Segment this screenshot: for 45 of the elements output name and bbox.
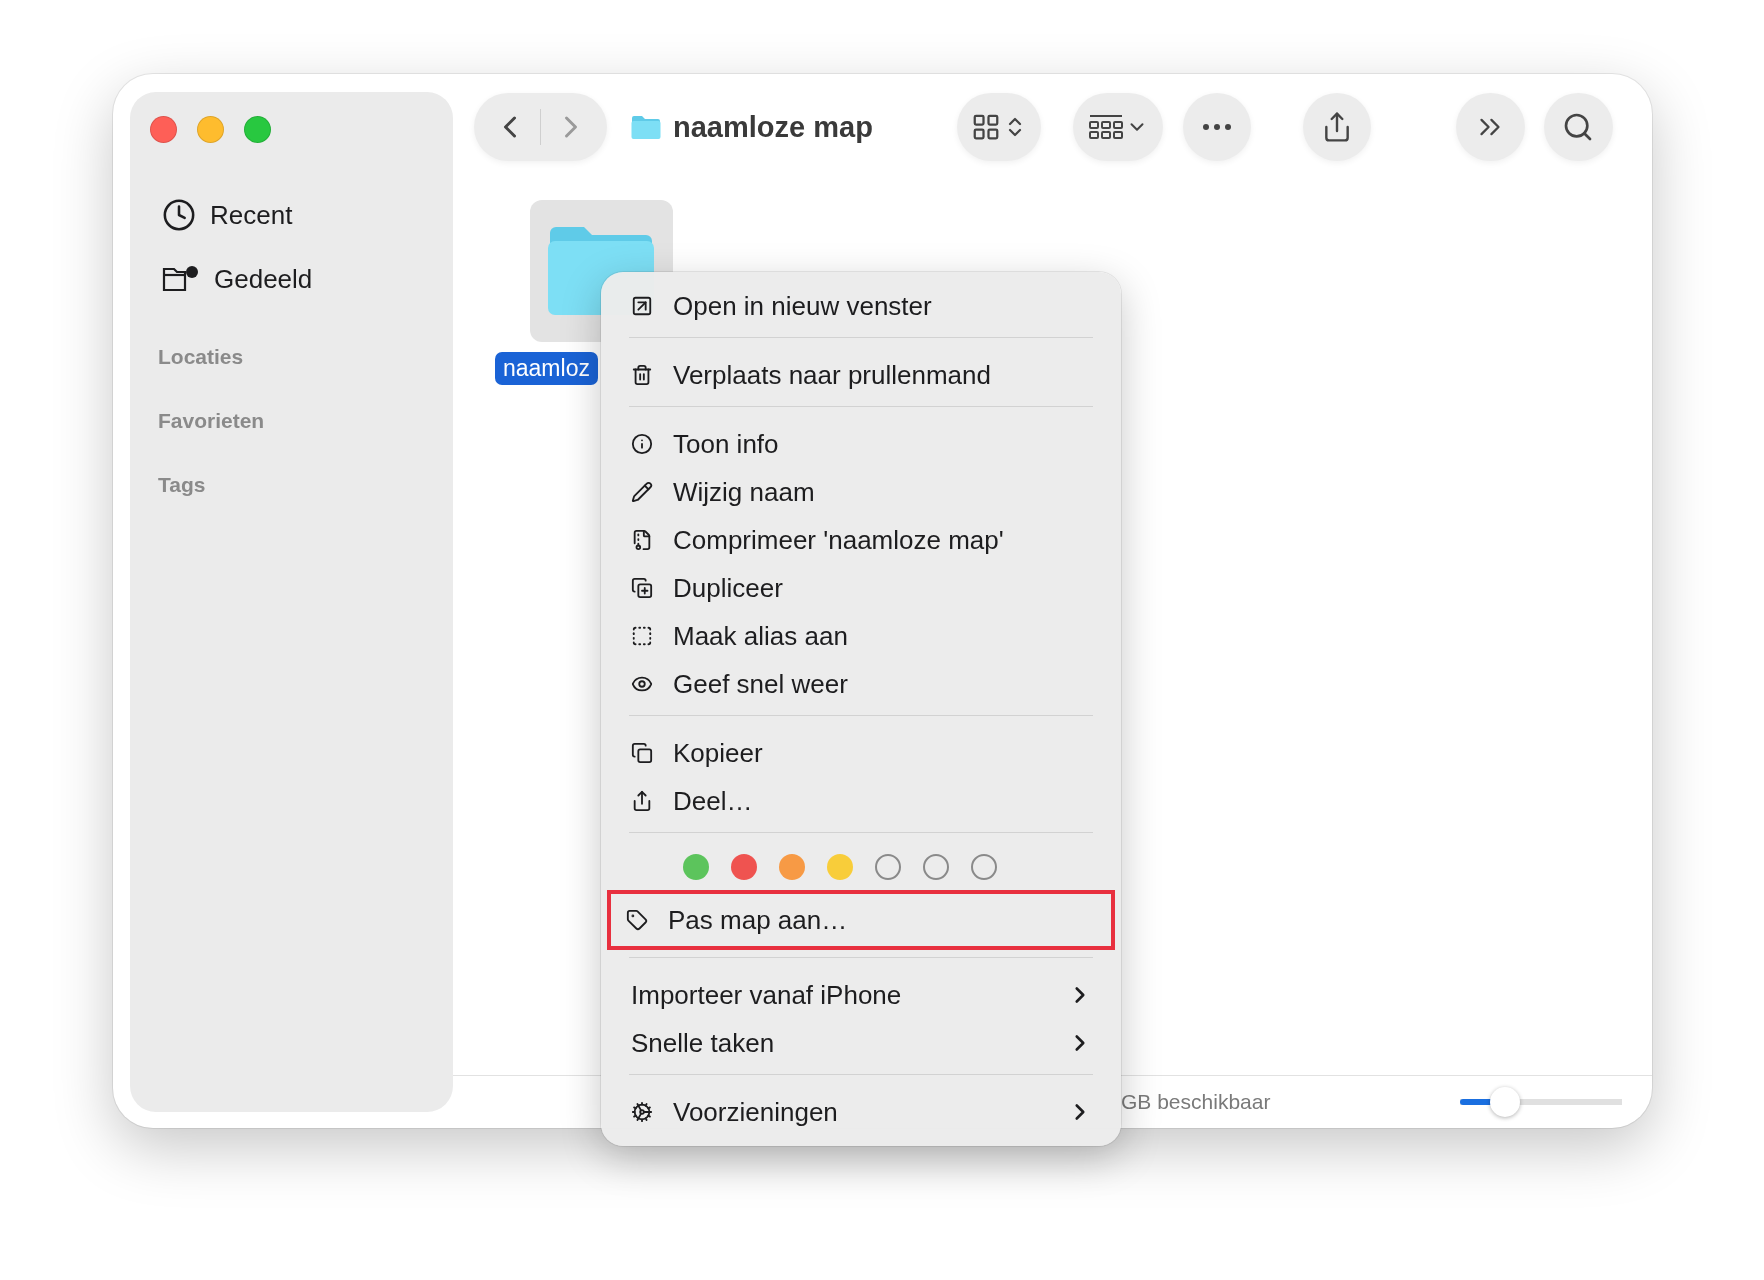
menu-item[interactable]: Comprimeer 'naamloze map' bbox=[614, 516, 1108, 564]
menu-item[interactable]: Verplaats naar prullenmand bbox=[614, 351, 1108, 399]
folder-icon bbox=[631, 115, 661, 139]
empty-tag-circle[interactable] bbox=[971, 854, 997, 880]
menu-item[interactable]: Importeer vanaf iPhone bbox=[614, 971, 1108, 1019]
close-button[interactable] bbox=[150, 116, 177, 143]
zoom-button[interactable] bbox=[244, 116, 271, 143]
color-tag-dot[interactable] bbox=[683, 854, 709, 880]
menu-item[interactable]: Toon info bbox=[614, 420, 1108, 468]
minimize-button[interactable] bbox=[197, 116, 224, 143]
sidebar-item[interactable]: Gedeeld bbox=[150, 247, 437, 311]
dashed-square-icon bbox=[631, 625, 653, 647]
ellipsis-icon bbox=[1202, 124, 1231, 130]
tag-icon bbox=[626, 909, 648, 931]
trash-icon bbox=[631, 364, 653, 386]
menu-item[interactable]: Dupliceer bbox=[614, 564, 1108, 612]
status-text: GB beschikbaar bbox=[1121, 1090, 1271, 1114]
sidebar-item[interactable]: Recent bbox=[150, 183, 437, 247]
menu-item[interactable]: Open in nieuw venster bbox=[614, 282, 1108, 330]
copy-icon bbox=[631, 742, 653, 764]
archive-icon bbox=[631, 529, 653, 551]
color-tag-dot[interactable] bbox=[779, 854, 805, 880]
menu-item[interactable]: Deel… bbox=[614, 777, 1108, 825]
file-name[interactable]: naamloz bbox=[495, 352, 598, 385]
empty-tag-circle[interactable] bbox=[923, 854, 949, 880]
menu-item[interactable]: Pas map aan… bbox=[607, 890, 1115, 950]
window-title: naamloze map bbox=[673, 110, 873, 144]
clock-icon bbox=[162, 198, 196, 232]
arrow-square-icon bbox=[631, 295, 653, 317]
menu-item[interactable]: Voorzieningen bbox=[614, 1088, 1108, 1136]
menu-item[interactable]: Snelle taken bbox=[614, 1019, 1108, 1067]
color-tag-dot[interactable] bbox=[731, 854, 757, 880]
group-icon bbox=[1087, 113, 1124, 141]
menu-item[interactable]: Geef snel weer bbox=[614, 660, 1108, 708]
menu-item[interactable]: Wijzig naam bbox=[614, 468, 1108, 516]
menu-item[interactable]: Maak alias aan bbox=[614, 612, 1108, 660]
color-tag-dot[interactable] bbox=[827, 854, 853, 880]
pencil-icon bbox=[631, 481, 653, 503]
info-icon bbox=[631, 433, 653, 455]
share-icon bbox=[631, 790, 653, 812]
shared-folder-icon bbox=[162, 264, 200, 294]
empty-tag-circle[interactable] bbox=[875, 854, 901, 880]
menu-item[interactable]: Kopieer bbox=[614, 729, 1108, 777]
duplicate-icon bbox=[631, 577, 653, 599]
slider-thumb[interactable] bbox=[1490, 1087, 1521, 1117]
